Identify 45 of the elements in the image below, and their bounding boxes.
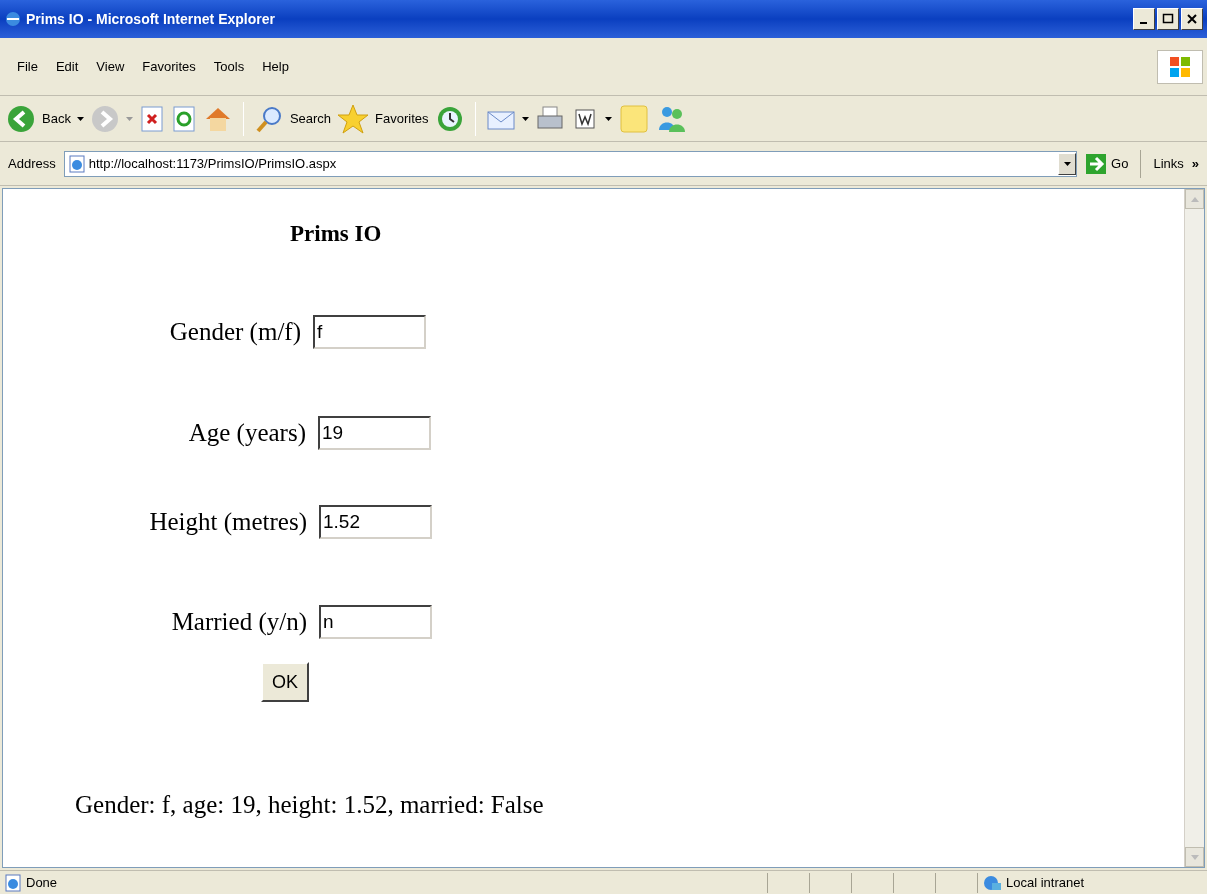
address-label: Address — [7, 154, 57, 173]
links-button[interactable]: Links — [1149, 153, 1188, 174]
menu-item[interactable]: File — [8, 56, 47, 77]
zone-text: Local intranet — [1006, 873, 1085, 892]
menu-item[interactable]: Tools — [204, 56, 254, 77]
close-icon[interactable] — [1186, 13, 1198, 25]
refresh-icon[interactable] — [170, 104, 197, 133]
close-button[interactable] — [1181, 8, 1203, 30]
result-text: Gender: f, age: 19, height: 1.52, married: False — [75, 790, 545, 820]
field-label: Height (metres) — [149, 507, 307, 537]
stop-icon[interactable] — [138, 104, 165, 133]
input-field[interactable]: n — [319, 605, 432, 639]
caret-icon[interactable] — [604, 116, 612, 121]
field-label: Age (years) — [188, 418, 306, 448]
field-label: Gender (m/f) — [169, 317, 301, 347]
menu-item[interactable]: Favorites — [133, 56, 205, 77]
windows-logo-icon — [1157, 49, 1203, 84]
go-button[interactable]: Go — [1081, 152, 1133, 175]
search-button[interactable]: Search — [289, 108, 332, 129]
menu-item[interactable]: Help — [253, 56, 298, 77]
ok-button[interactable]: OK — [261, 662, 309, 702]
page-icon — [4, 873, 22, 892]
caret-icon[interactable] — [1063, 161, 1071, 166]
maximize-button[interactable] — [1157, 8, 1179, 30]
menu-item[interactable]: View — [87, 56, 134, 77]
field-label: Married (y/n) — [171, 607, 307, 637]
input-field[interactable]: 1.52 — [319, 505, 432, 539]
window-title: Prims IO - Microsoft Internet Explorer — [26, 9, 275, 29]
page-heading: Prims IO — [290, 220, 383, 248]
caret-icon[interactable] — [521, 116, 529, 121]
back-icon[interactable] — [6, 103, 36, 134]
maximize-icon[interactable] — [1162, 13, 1174, 25]
address-field[interactable]: http://localhost:1173/PrimsIO/PrimsIO.aspx — [63, 150, 1078, 177]
caret-icon[interactable] — [76, 116, 84, 121]
intranet-icon — [982, 873, 1002, 892]
back-button[interactable]: Back — [42, 108, 71, 129]
star-icon[interactable] — [337, 102, 370, 135]
status-text: Done — [26, 873, 59, 892]
minimize-button[interactable] — [1133, 8, 1155, 30]
chevron-icon[interactable]: » — [1191, 153, 1203, 174]
input-field[interactable]: f — [313, 315, 426, 349]
favorites-button[interactable]: Favorites — [375, 108, 429, 129]
page-icon — [67, 154, 86, 173]
menu-item[interactable]: Edit — [46, 56, 88, 77]
input-field[interactable]: 19 — [318, 416, 431, 450]
